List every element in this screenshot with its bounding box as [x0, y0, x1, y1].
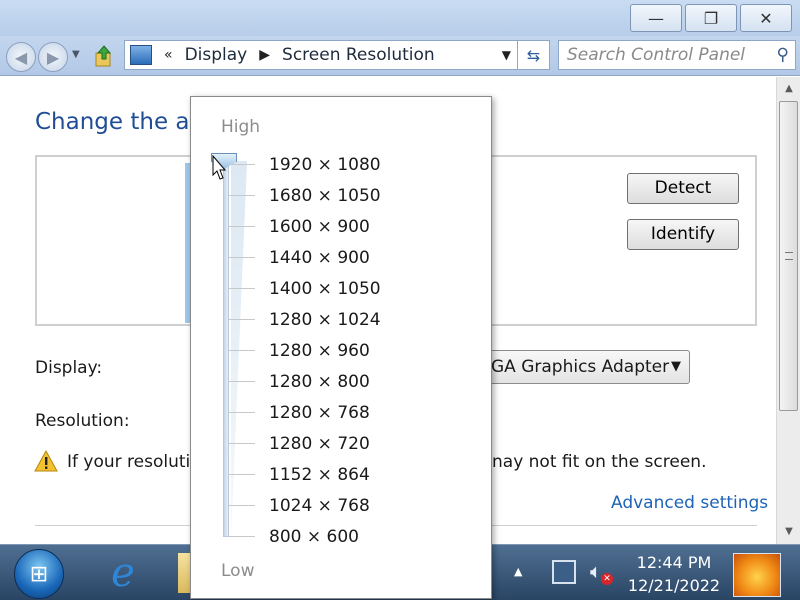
scroll-up-icon[interactable]: ▲: [777, 79, 800, 99]
up-folder-icon[interactable]: [92, 44, 116, 68]
resolution-option-label: 1920 × 1080: [269, 154, 381, 175]
forward-arrow-icon: ▶: [46, 47, 60, 67]
forward-button[interactable]: ▶: [38, 42, 68, 72]
slider-tick-mark: [229, 164, 255, 165]
slider-tick-mark: [229, 505, 255, 506]
chevron-down-icon: ▼: [671, 359, 681, 374]
resolution-option-label: 1280 × 960: [269, 340, 370, 361]
resolution-option-label: 1400 × 1050: [269, 278, 381, 299]
resolution-option-label: 1152 × 864: [269, 464, 370, 485]
breadcrumb-overflow[interactable]: «: [164, 47, 173, 63]
search-placeholder: Search Control Panel: [567, 45, 746, 65]
breadcrumb-display[interactable]: Display: [185, 45, 248, 65]
up-arrow-icon: [95, 45, 112, 67]
resolution-option-label: 1440 × 900: [269, 247, 370, 268]
slider-tick-mark: [229, 257, 255, 258]
resolution-option-label: 800 × 600: [269, 526, 359, 547]
identify-button[interactable]: Identify: [627, 219, 739, 250]
resolution-option[interactable]: 800 × 600: [229, 521, 381, 552]
resolution-option-label: 1600 × 900: [269, 216, 370, 237]
address-dropdown-icon[interactable]: ▼: [502, 48, 511, 62]
slider-low-label: Low: [221, 561, 255, 581]
display-select[interactable]: GA Graphics Adapter ▼: [470, 350, 690, 384]
resolution-option[interactable]: 1280 × 768: [229, 397, 381, 428]
resolution-slider-popup: High 1920 × 1080 1680 × 1050 1600 × 900 144…: [190, 96, 492, 599]
slider-tick-mark: [229, 195, 255, 196]
address-bar[interactable]: « Display ▶ Screen Resolution ▼: [124, 40, 518, 70]
network-icon[interactable]: [552, 560, 576, 584]
resolution-option[interactable]: 1920 × 1080: [229, 149, 381, 180]
clock-time: 12:44 PM: [636, 553, 712, 572]
slider-tick-mark: [229, 288, 255, 289]
slider-tick-mark: [229, 319, 255, 320]
show-hidden-icons-icon[interactable]: ▲: [514, 565, 522, 578]
breadcrumb-separator-icon[interactable]: ▶: [259, 47, 270, 63]
resolution-option-label: 1680 × 1050: [269, 185, 381, 206]
search-icon[interactable]: ⚲: [777, 41, 789, 69]
back-arrow-icon: ◀: [14, 47, 28, 67]
slider-tick-mark: [229, 412, 255, 413]
resolution-option[interactable]: 1024 × 768: [229, 490, 381, 521]
clock[interactable]: 12:44 PM 12/21/2022: [620, 553, 728, 596]
slider-tick-mark: [229, 474, 255, 475]
warning-text-right: nay not fit on the screen.: [492, 452, 707, 472]
refresh-icon: ⇆: [526, 45, 541, 65]
resolution-option-label: 1280 × 720: [269, 433, 370, 454]
slider-high-label: High: [221, 117, 261, 137]
resolution-option-label: 1280 × 1024: [269, 309, 381, 330]
resolution-option[interactable]: 1152 × 864: [229, 459, 381, 490]
minimize-button[interactable]: —: [630, 4, 682, 32]
clock-date: 12/21/2022: [627, 576, 721, 595]
resolution-option-label: 1280 × 768: [269, 402, 370, 423]
slider-tick-mark: [229, 536, 255, 537]
resolution-option-label: 1280 × 800: [269, 371, 370, 392]
resolution-option[interactable]: 1280 × 800: [229, 366, 381, 397]
slider-tick-mark: [229, 443, 255, 444]
windows-logo-icon: ⊞: [29, 561, 49, 587]
resolution-label: Resolution:: [35, 411, 130, 431]
display-select-value: GA Graphics Adapter: [491, 357, 670, 377]
recent-pages-dropdown-icon[interactable]: ▼: [72, 49, 80, 60]
muted-badge-icon: ✕: [601, 573, 613, 585]
navigation-bar: ◀ ▶ ▼ « Display ▶ Screen Resolution ▼ ⇆ …: [0, 36, 800, 76]
grip-icon: [785, 252, 793, 260]
slider-tick-mark: [229, 226, 255, 227]
user-picture-flower[interactable]: [733, 553, 781, 597]
scroll-down-icon[interactable]: ▼: [777, 522, 800, 542]
breadcrumb-screen-resolution[interactable]: Screen Resolution: [282, 45, 435, 65]
mouse-cursor-icon: [212, 155, 226, 180]
slider-tick-mark: [229, 350, 255, 351]
title-bar: — ❐ ✕: [0, 0, 800, 36]
vertical-scrollbar[interactable]: ▲ ▼: [776, 77, 800, 544]
slider-tick-mark: [229, 381, 255, 382]
detect-button[interactable]: Detect: [627, 173, 739, 204]
window-controls: — ❐ ✕: [627, 4, 792, 32]
refresh-button[interactable]: ⇆: [518, 40, 550, 70]
resolution-options: 1920 × 1080 1680 × 1050 1600 × 900 1440 × 9…: [229, 149, 381, 552]
close-button[interactable]: ✕: [740, 4, 792, 32]
advanced-settings-link[interactable]: Advanced settings: [611, 493, 768, 513]
resolution-option[interactable]: 1280 × 720: [229, 428, 381, 459]
resolution-option[interactable]: 1400 × 1050: [229, 273, 381, 304]
warning-text-left: If your resolutic: [67, 452, 200, 472]
restore-button[interactable]: ❐: [685, 4, 737, 32]
internet-explorer-icon[interactable]: e: [100, 550, 146, 596]
resolution-option[interactable]: 1280 × 1024: [229, 304, 381, 335]
page-title: Change the ap: [35, 109, 205, 135]
display-label: Display:: [35, 358, 103, 378]
resolution-option[interactable]: 1440 × 900: [229, 242, 381, 273]
warning-icon: [34, 450, 58, 472]
resolution-option-label: 1024 × 768: [269, 495, 370, 516]
resolution-option[interactable]: 1280 × 960: [229, 335, 381, 366]
resolution-option[interactable]: 1600 × 900: [229, 211, 381, 242]
resolution-option[interactable]: 1680 × 1050: [229, 180, 381, 211]
search-input[interactable]: Search Control Panel ⚲: [558, 40, 796, 70]
scroll-thumb[interactable]: [779, 101, 798, 411]
back-button[interactable]: ◀: [6, 42, 36, 72]
control-panel-icon: [130, 45, 152, 65]
start-button[interactable]: ⊞: [14, 549, 64, 599]
